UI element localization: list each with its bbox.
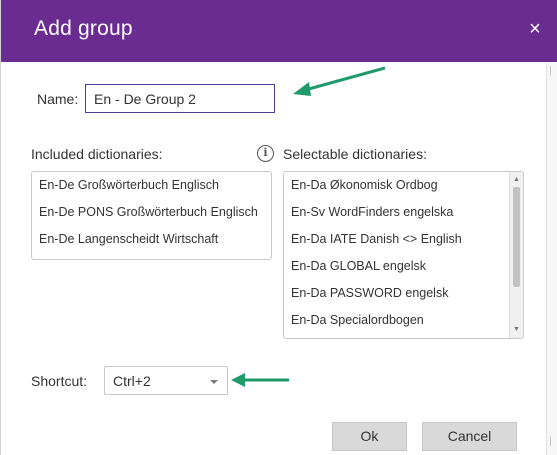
name-label: Name: — [37, 91, 79, 107]
dialog-title: Add group — [34, 17, 133, 40]
info-icon[interactable]: i — [257, 145, 274, 162]
included-dictionaries-label: Included dictionaries: — [31, 146, 163, 162]
selectable-dictionaries-label: Selectable dictionaries: — [283, 146, 427, 162]
dialog-scrollbar[interactable] — [546, 62, 557, 455]
selectable-list-scrollbar[interactable]: ▲ ▼ — [509, 172, 523, 338]
chevron-down-icon — [210, 380, 218, 384]
scroll-down-icon[interactable]: ▼ — [512, 325, 521, 335]
list-item[interactable]: En-De PONS Großwörterbuch Englisch — [32, 199, 271, 226]
ok-button[interactable]: Ok — [332, 422, 407, 451]
list-item[interactable]: En-Da PASSWORD engelsk — [284, 280, 509, 307]
list-item[interactable]: En-Da Specialordbogen — [284, 307, 509, 334]
annotation-arrow-name — [293, 66, 386, 96]
add-group-dialog: Add group × Name: Included dictionaries:… — [0, 0, 557, 455]
shortcut-select[interactable]: Ctrl+2 — [104, 366, 228, 395]
included-dictionaries-list[interactable]: En-De Großwörterbuch Englisch En-De PONS… — [31, 171, 272, 260]
list-item[interactable]: En-De Langenscheidt Wirtschaft — [32, 226, 271, 253]
name-input[interactable] — [85, 84, 275, 113]
annotation-arrow-shortcut — [231, 373, 289, 387]
dialog-titlebar: Add group × — [1, 0, 557, 62]
scroll-thumb[interactable] — [513, 187, 520, 287]
list-item[interactable]: En-Da GLOBAL engelsk — [284, 253, 509, 280]
list-item[interactable]: En-Sv WordFinders engelska — [284, 199, 509, 226]
list-item[interactable]: En-Da IATE Danish <> English — [284, 226, 509, 253]
shortcut-label: Shortcut: — [31, 373, 88, 389]
close-icon[interactable]: × — [526, 19, 544, 39]
list-item[interactable]: En-Da Økonomisk Ordbog — [284, 172, 509, 199]
shortcut-value: Ctrl+2 — [113, 373, 151, 389]
cancel-button[interactable]: Cancel — [422, 422, 517, 451]
selectable-dictionaries-list[interactable]: En-Da Økonomisk Ordbog En-Sv WordFinders… — [283, 171, 524, 339]
scroll-up-icon[interactable]: ▲ — [512, 175, 521, 185]
list-item[interactable]: En-De Großwörterbuch Englisch — [32, 172, 271, 199]
